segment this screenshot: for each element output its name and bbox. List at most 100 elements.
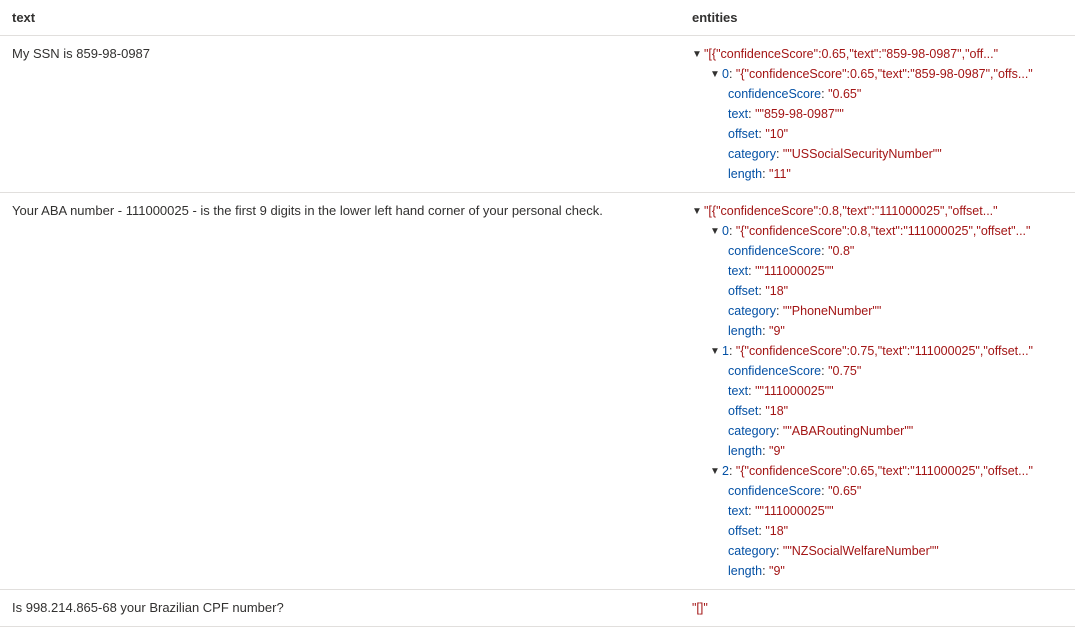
tree-value: "18" bbox=[765, 284, 788, 298]
tree-item[interactable]: ▼2: "{"confidenceScore":0.65,"text":"111… bbox=[692, 461, 1063, 481]
tree-value: ""ABARoutingNumber"" bbox=[783, 424, 913, 438]
tree-root[interactable]: ▼"[{"confidenceScore":0.8,"text":"111000… bbox=[692, 201, 1063, 221]
tree-property: category: ""PhoneNumber"" bbox=[692, 301, 1063, 321]
tree-property: offset: "18" bbox=[692, 401, 1063, 421]
caret-down-icon[interactable]: ▼ bbox=[710, 464, 720, 480]
column-header-text[interactable]: text bbox=[0, 0, 680, 36]
tree-property: confidenceScore: "0.65" bbox=[692, 481, 1063, 501]
tree-property: text: ""111000025"" bbox=[692, 381, 1063, 401]
tree-value: ""PhoneNumber"" bbox=[783, 304, 881, 318]
tree-property: confidenceScore: "0.75" bbox=[692, 361, 1063, 381]
tree-key: length bbox=[728, 324, 762, 338]
tree-key: category bbox=[728, 424, 776, 438]
tree-key: confidenceScore bbox=[728, 87, 821, 101]
table-row: Is 998.214.865-68 your Brazilian CPF num… bbox=[0, 590, 1075, 627]
tree-value: "{"confidenceScore":0.65,"text":"1110000… bbox=[736, 464, 1033, 478]
cell-entities: ▼"[{"confidenceScore":0.65,"text":"859-9… bbox=[680, 36, 1075, 193]
tree-key: text bbox=[728, 264, 748, 278]
tree-value: "0.75" bbox=[828, 364, 861, 378]
tree-property: offset: "10" bbox=[692, 124, 1063, 144]
tree-value: ""NZSocialWelfareNumber"" bbox=[783, 544, 939, 558]
tree-value: ""111000025"" bbox=[755, 384, 833, 398]
caret-down-icon[interactable]: ▼ bbox=[692, 47, 702, 63]
tree-value: "0.65" bbox=[828, 484, 861, 498]
tree-key: offset bbox=[728, 127, 758, 141]
tree-property: confidenceScore: "0.8" bbox=[692, 241, 1063, 261]
tree-item[interactable]: ▼0: "{"confidenceScore":0.65,"text":"859… bbox=[692, 64, 1063, 84]
tree-value: ""111000025"" bbox=[755, 504, 833, 518]
caret-down-icon[interactable]: ▼ bbox=[710, 344, 720, 360]
tree-property: length: "9" bbox=[692, 561, 1063, 581]
tree-key: category bbox=[728, 304, 776, 318]
caret-down-icon[interactable]: ▼ bbox=[692, 204, 702, 220]
tree-property: length: "9" bbox=[692, 441, 1063, 461]
tree-key: category bbox=[728, 147, 776, 161]
cell-text: Is 998.214.865-68 your Brazilian CPF num… bbox=[0, 590, 680, 627]
tree-value: ""USSocialSecurityNumber"" bbox=[783, 147, 942, 161]
cell-entities: ▼"[{"confidenceScore":0.8,"text":"111000… bbox=[680, 193, 1075, 590]
tree-property: length: "11" bbox=[692, 164, 1063, 184]
caret-down-icon[interactable]: ▼ bbox=[710, 224, 720, 240]
table-row: Your ABA number - 111000025 - is the fir… bbox=[0, 193, 1075, 590]
tree-property: offset: "18" bbox=[692, 281, 1063, 301]
tree-key: 2 bbox=[722, 464, 729, 478]
tree-value: "10" bbox=[765, 127, 788, 141]
tree-value: "11" bbox=[769, 167, 791, 181]
tree-key: offset bbox=[728, 404, 758, 418]
json-tree: ▼"[{"confidenceScore":0.65,"text":"859-9… bbox=[692, 44, 1063, 184]
tree-property: length: "9" bbox=[692, 321, 1063, 341]
json-tree: "[]" bbox=[692, 598, 1063, 618]
json-tree: ▼"[{"confidenceScore":0.8,"text":"111000… bbox=[692, 201, 1063, 581]
tree-key: 0 bbox=[722, 224, 729, 238]
tree-root-empty: "[]" bbox=[692, 598, 1063, 618]
tree-value: "0.65" bbox=[828, 87, 861, 101]
tree-value: ""859-98-0987"" bbox=[755, 107, 844, 121]
tree-value: "{"confidenceScore":0.65,"text":"859-98-… bbox=[736, 67, 1033, 81]
tree-value: "[]" bbox=[692, 601, 708, 615]
tree-value: "0.8" bbox=[828, 244, 854, 258]
tree-key: text bbox=[728, 107, 748, 121]
tree-key: text bbox=[728, 384, 748, 398]
table-row: My SSN is 859-98-0987▼"[{"confidenceScor… bbox=[0, 36, 1075, 193]
tree-key: length bbox=[728, 167, 762, 181]
tree-property: confidenceScore: "0.65" bbox=[692, 84, 1063, 104]
tree-property: text: ""111000025"" bbox=[692, 261, 1063, 281]
tree-key: confidenceScore bbox=[728, 484, 821, 498]
column-header-entities[interactable]: entities bbox=[680, 0, 1075, 36]
tree-value: "{"confidenceScore":0.8,"text":"11100002… bbox=[736, 224, 1031, 238]
tree-key: 1 bbox=[722, 344, 729, 358]
results-table: text entities My SSN is 859-98-0987▼"[{"… bbox=[0, 0, 1075, 627]
tree-item[interactable]: ▼0: "{"confidenceScore":0.8,"text":"1110… bbox=[692, 221, 1063, 241]
tree-value: ""111000025"" bbox=[755, 264, 833, 278]
tree-value: "9" bbox=[769, 324, 785, 338]
tree-key: length bbox=[728, 564, 762, 578]
tree-property: category: ""ABARoutingNumber"" bbox=[692, 421, 1063, 441]
tree-key: confidenceScore bbox=[728, 364, 821, 378]
cell-text: My SSN is 859-98-0987 bbox=[0, 36, 680, 193]
tree-property: text: ""859-98-0987"" bbox=[692, 104, 1063, 124]
tree-property: text: ""111000025"" bbox=[692, 501, 1063, 521]
table-header-row: text entities bbox=[0, 0, 1075, 36]
tree-key: length bbox=[728, 444, 762, 458]
tree-root[interactable]: ▼"[{"confidenceScore":0.65,"text":"859-9… bbox=[692, 44, 1063, 64]
tree-property: category: ""USSocialSecurityNumber"" bbox=[692, 144, 1063, 164]
tree-key: offset bbox=[728, 524, 758, 538]
tree-property: offset: "18" bbox=[692, 521, 1063, 541]
cell-entities: "[]" bbox=[680, 590, 1075, 627]
tree-key: category bbox=[728, 544, 776, 558]
tree-key: offset bbox=[728, 284, 758, 298]
cell-text: Your ABA number - 111000025 - is the fir… bbox=[0, 193, 680, 590]
tree-value: "9" bbox=[769, 444, 785, 458]
tree-value: "[{"confidenceScore":0.65,"text":"859-98… bbox=[704, 47, 998, 61]
tree-key: 0 bbox=[722, 67, 729, 81]
caret-down-icon[interactable]: ▼ bbox=[710, 67, 720, 83]
tree-value: "9" bbox=[769, 564, 785, 578]
tree-item[interactable]: ▼1: "{"confidenceScore":0.75,"text":"111… bbox=[692, 341, 1063, 361]
tree-value: "18" bbox=[765, 524, 788, 538]
tree-key: confidenceScore bbox=[728, 244, 821, 258]
tree-key: text bbox=[728, 504, 748, 518]
tree-property: category: ""NZSocialWelfareNumber"" bbox=[692, 541, 1063, 561]
tree-value: "18" bbox=[765, 404, 788, 418]
tree-value: "[{"confidenceScore":0.8,"text":"1110000… bbox=[704, 204, 998, 218]
tree-value: "{"confidenceScore":0.75,"text":"1110000… bbox=[736, 344, 1033, 358]
